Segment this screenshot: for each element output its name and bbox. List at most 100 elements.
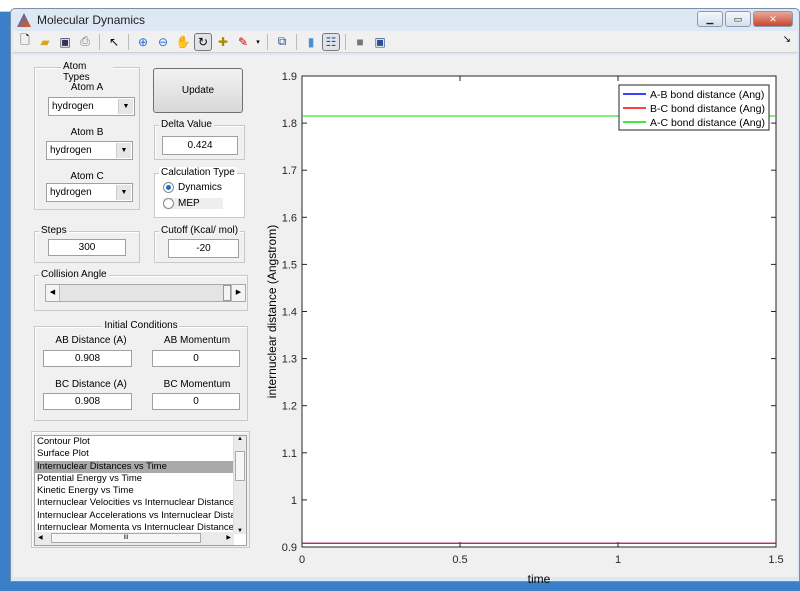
bc-distance-label: BC Distance (A) bbox=[55, 379, 127, 390]
calculation-type-panel: Calculation Type Dynamics MEP bbox=[154, 167, 245, 218]
scroll-down-icon[interactable]: ▼ bbox=[234, 528, 246, 534]
plot-list-item[interactable]: Internuclear Accelerations vs Internucle… bbox=[35, 510, 234, 522]
plot-list-item[interactable]: Kinetic Energy vs Time bbox=[35, 485, 234, 497]
x-axis-label: time bbox=[528, 572, 551, 586]
close-button[interactable]: ✕ bbox=[753, 11, 793, 27]
collision-angle-panel: Collision Angle ◀ ▶ bbox=[34, 269, 248, 311]
scrollbar-thumb[interactable] bbox=[235, 451, 245, 481]
y-tick-label: 1.6 bbox=[282, 212, 297, 224]
plot-list-item[interactable]: Potential Energy vs Time bbox=[35, 473, 234, 485]
save-icon[interactable]: ▣ bbox=[56, 33, 74, 51]
dynamics-radio[interactable]: Dynamics bbox=[163, 182, 222, 193]
y-tick-label: 1.7 bbox=[282, 165, 297, 177]
y-tick-label: 1.9 bbox=[282, 71, 297, 83]
initial-conditions-title: Initial Conditions bbox=[102, 320, 180, 331]
pointer-icon[interactable]: ↖ bbox=[105, 33, 123, 51]
open-folder-icon[interactable]: ▰ bbox=[36, 33, 54, 51]
bc-momentum-input[interactable]: 0 bbox=[152, 393, 240, 410]
y-tick-label: 1.2 bbox=[282, 401, 297, 413]
bc-momentum-label: BC Momentum bbox=[163, 379, 231, 390]
mep-label: MEP bbox=[178, 198, 200, 209]
scroll-up-icon[interactable]: ▲ bbox=[234, 436, 246, 442]
slider-right-arrow-icon[interactable]: ▶ bbox=[231, 285, 245, 301]
scroll-left-icon[interactable]: ◀ bbox=[38, 532, 43, 545]
y-tick-label: 1.8 bbox=[282, 118, 297, 130]
y-tick-label: 1.4 bbox=[282, 307, 297, 319]
collision-angle-title: Collision Angle bbox=[39, 269, 109, 280]
initial-conditions-panel: Initial Conditions AB Distance (A) AB Mo… bbox=[34, 320, 248, 421]
brush-icon[interactable]: ✎ bbox=[234, 33, 252, 51]
x-tick-label: 0.5 bbox=[452, 554, 467, 566]
steps-panel: Steps 300 bbox=[34, 225, 140, 263]
delta-value-input[interactable]: 0.424 bbox=[162, 136, 238, 155]
slider-left-arrow-icon[interactable]: ◀ bbox=[46, 285, 60, 301]
cutoff-title: Cutoff (Kcal/ mol) bbox=[159, 225, 241, 236]
radio-unselected-icon bbox=[163, 198, 174, 209]
plot-list-item[interactable]: Surface Plot bbox=[35, 448, 234, 460]
ab-distance-label: AB Distance (A) bbox=[55, 335, 127, 346]
distance-chart: 0.9 1 1.1 1.2 1.3 1.4 1.5 1.6 1.7 1.8 1.9 0 0.5 1 1.5 t… bbox=[265, 71, 784, 586]
steps-title: Steps bbox=[39, 225, 69, 236]
steps-input[interactable]: 300 bbox=[48, 239, 126, 256]
ab-momentum-label: AB Momentum bbox=[163, 335, 231, 346]
app-window: Molecular Dynamics ▁ ▭ ✕ 🗋 ▰ ▣ ⎙ ↖ ⊕ ⊖ ✋… bbox=[10, 8, 800, 586]
hide-plot-tools-icon[interactable]: ■ bbox=[351, 33, 369, 51]
dynamics-label: Dynamics bbox=[178, 182, 222, 193]
legend-entry: A-C bond distance (Ang) bbox=[650, 117, 765, 129]
pan-hand-icon[interactable]: ✋ bbox=[174, 33, 192, 51]
collision-angle-slider[interactable]: ◀ ▶ bbox=[45, 284, 246, 302]
brush-dropdown-icon[interactable]: ▾ bbox=[254, 33, 262, 51]
slider-thumb[interactable] bbox=[223, 285, 231, 301]
calculation-type-title: Calculation Type bbox=[159, 167, 237, 178]
maximize-button[interactable]: ▭ bbox=[725, 11, 751, 27]
title-bar: Molecular Dynamics ▁ ▭ ✕ bbox=[11, 9, 799, 31]
atom-a-select[interactable]: hydrogen ▼ bbox=[48, 97, 135, 116]
dock-arrow-icon[interactable]: ↘ bbox=[783, 34, 791, 45]
x-tick-label: 1 bbox=[615, 554, 621, 566]
zoom-in-icon[interactable]: ⊕ bbox=[134, 33, 152, 51]
atom-types-title: Atom Types bbox=[61, 61, 113, 83]
plot-list-item[interactable]: Contour Plot bbox=[35, 436, 234, 448]
listbox-vertical-scrollbar[interactable]: ▲ ▼ bbox=[233, 436, 246, 534]
listbox-horizontal-scrollbar[interactable]: ◀ III ▶ bbox=[35, 532, 234, 545]
scrollbar-thumb[interactable]: III bbox=[51, 533, 201, 543]
rotate-3d-icon[interactable]: ↻ bbox=[194, 32, 212, 51]
print-icon[interactable]: ⎙ bbox=[76, 33, 94, 51]
legend-icon[interactable]: ☷ bbox=[322, 32, 340, 51]
legend-entry: B-C bond distance (Ang) bbox=[650, 103, 765, 115]
atom-c-label: Atom C bbox=[70, 171, 104, 182]
chevron-down-icon: ▼ bbox=[116, 143, 131, 158]
delta-value-title: Delta Value bbox=[159, 119, 214, 130]
minimize-button[interactable]: ▁ bbox=[697, 11, 723, 27]
scroll-right-icon[interactable]: ▶ bbox=[226, 532, 231, 545]
y-tick-label: 1.1 bbox=[282, 448, 297, 460]
show-plot-tools-icon[interactable]: ▣ bbox=[371, 33, 389, 51]
atom-b-select[interactable]: hydrogen ▼ bbox=[46, 141, 133, 160]
atom-b-label: Atom B bbox=[70, 127, 104, 138]
new-file-icon[interactable]: 🗋 bbox=[16, 33, 34, 51]
zoom-out-icon[interactable]: ⊖ bbox=[154, 33, 172, 51]
y-tick-label: 1.3 bbox=[282, 354, 297, 366]
window-title: Molecular Dynamics bbox=[37, 13, 146, 27]
y-tick-label: 1 bbox=[291, 495, 297, 507]
cutoff-panel: Cutoff (Kcal/ mol) -20 bbox=[154, 225, 245, 263]
atom-c-select[interactable]: hydrogen ▼ bbox=[46, 183, 133, 202]
ab-distance-input[interactable]: 0.908 bbox=[43, 350, 132, 367]
plot-list-item[interactable]: Internuclear Distances vs Time bbox=[35, 460, 234, 473]
update-button[interactable]: Update bbox=[153, 68, 243, 113]
legend-entry: A-B bond distance (Ang) bbox=[650, 89, 764, 101]
plot-list-item[interactable]: Internuclear Velocities vs Internuclear … bbox=[35, 497, 234, 509]
x-tick-label: 1.5 bbox=[768, 554, 783, 566]
figure-area: Atom Types Atom A hydrogen ▼ Atom B hydro… bbox=[13, 55, 797, 586]
y-axis-label: internuclear distance (Angstrom) bbox=[265, 225, 279, 398]
mep-radio[interactable]: MEP bbox=[163, 198, 223, 209]
colorbar-icon[interactable]: ▮ bbox=[302, 33, 320, 51]
bc-distance-input[interactable]: 0.908 bbox=[43, 393, 132, 410]
link-plot-icon[interactable]: ⧉ bbox=[273, 33, 291, 51]
cutoff-input[interactable]: -20 bbox=[168, 239, 239, 258]
ab-momentum-input[interactable]: 0 bbox=[152, 350, 240, 367]
atom-c-value: hydrogen bbox=[50, 187, 92, 198]
atom-a-value: hydrogen bbox=[52, 101, 94, 112]
data-cursor-icon[interactable]: ✚ bbox=[214, 33, 232, 51]
plot-type-listbox[interactable]: Contour Plot Surface Plot Internuclear Dis… bbox=[34, 435, 247, 546]
